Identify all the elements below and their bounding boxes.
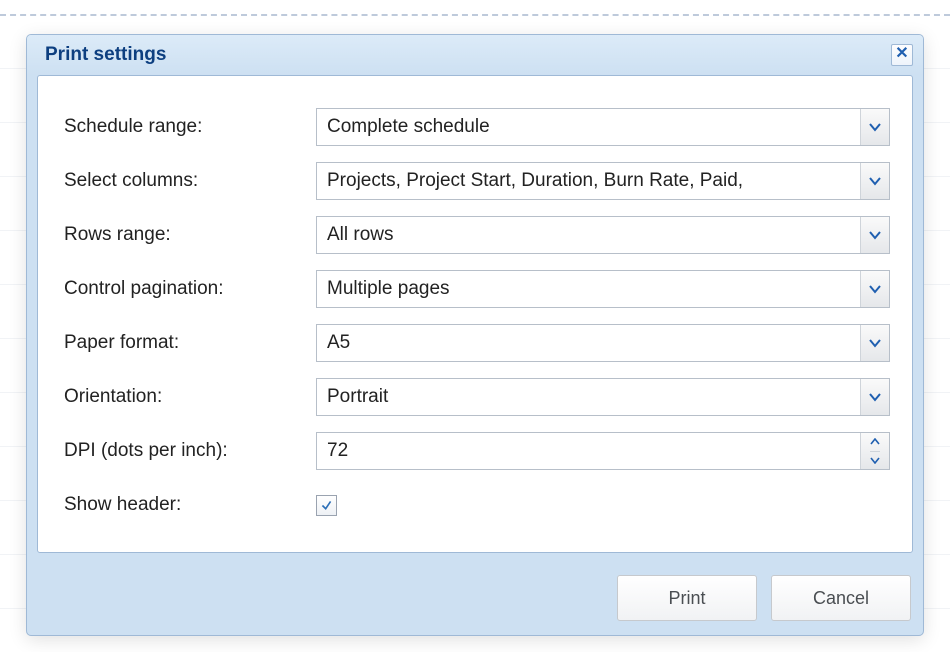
chevron-down-icon[interactable] <box>860 217 889 253</box>
label-show-header: Show header: <box>64 494 316 516</box>
row-orientation: Orientation: Portrait <box>64 370 890 424</box>
schedule-range-value: Complete schedule <box>317 109 860 145</box>
paper-format-select[interactable]: A5 <box>316 324 890 362</box>
chevron-up-icon[interactable] <box>870 433 880 452</box>
chevron-down-icon[interactable] <box>860 325 889 361</box>
pagination-select[interactable]: Multiple pages <box>316 270 890 308</box>
row-schedule-range: Schedule range: Complete schedule <box>64 100 890 154</box>
orientation-select[interactable]: Portrait <box>316 378 890 416</box>
dpi-stepper[interactable]: 72 <box>316 432 890 470</box>
dialog-footer: Print Cancel <box>27 563 923 635</box>
row-dpi: DPI (dots per inch): 72 <box>64 424 890 478</box>
chevron-down-icon[interactable] <box>860 271 889 307</box>
label-schedule-range: Schedule range: <box>64 116 316 138</box>
columns-select[interactable]: Projects, Project Start, Duration, Burn … <box>316 162 890 200</box>
label-control-pagination: Control pagination: <box>64 278 316 300</box>
schedule-range-select[interactable]: Complete schedule <box>316 108 890 146</box>
paper-format-value: A5 <box>317 325 860 361</box>
label-select-columns: Select columns: <box>64 170 316 192</box>
check-icon <box>320 499 333 512</box>
dialog-body: Schedule range: Complete schedule Select… <box>37 75 913 553</box>
row-show-header: Show header: <box>64 478 890 532</box>
row-control-pagination: Control pagination: Multiple pages <box>64 262 890 316</box>
chevron-down-icon[interactable] <box>870 452 880 470</box>
print-settings-dialog: Print settings ✕ Schedule range: Complet… <box>26 34 924 636</box>
chevron-down-icon[interactable] <box>860 163 889 199</box>
rows-range-value: All rows <box>317 217 860 253</box>
close-icon[interactable]: ✕ <box>891 44 913 66</box>
label-orientation: Orientation: <box>64 386 316 408</box>
label-rows-range: Rows range: <box>64 224 316 246</box>
show-header-checkbox[interactable] <box>316 495 337 516</box>
chevron-down-icon[interactable] <box>860 109 889 145</box>
dialog-title: Print settings <box>45 44 166 66</box>
row-paper-format: Paper format: A5 <box>64 316 890 370</box>
dpi-value: 72 <box>317 433 860 469</box>
cancel-button[interactable]: Cancel <box>771 575 911 621</box>
pagination-value: Multiple pages <box>317 271 860 307</box>
chevron-down-icon[interactable] <box>860 379 889 415</box>
row-select-columns: Select columns: Projects, Project Start,… <box>64 154 890 208</box>
label-paper-format: Paper format: <box>64 332 316 354</box>
row-rows-range: Rows range: All rows <box>64 208 890 262</box>
orientation-value: Portrait <box>317 379 860 415</box>
rows-range-select[interactable]: All rows <box>316 216 890 254</box>
label-dpi: DPI (dots per inch): <box>64 440 316 462</box>
dpi-spin-buttons <box>860 433 889 469</box>
columns-value: Projects, Project Start, Duration, Burn … <box>317 163 860 199</box>
print-button[interactable]: Print <box>617 575 757 621</box>
dialog-titlebar[interactable]: Print settings ✕ <box>27 35 923 75</box>
